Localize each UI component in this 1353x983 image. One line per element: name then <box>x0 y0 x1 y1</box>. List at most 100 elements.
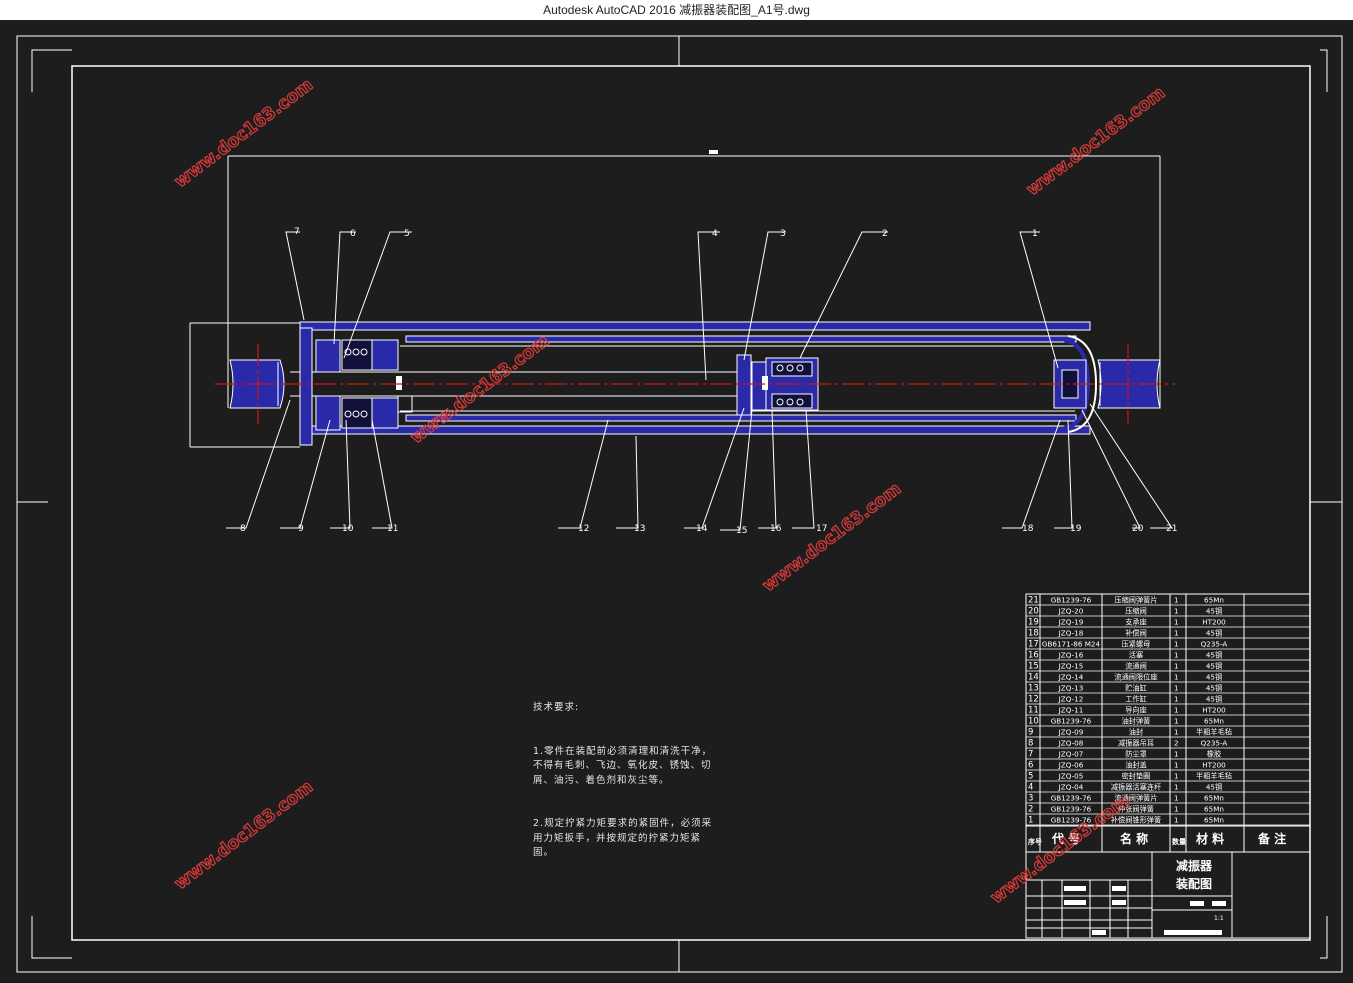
bom-cell-qty: 1 <box>1174 695 1179 704</box>
bom-cell-no: 7 <box>1028 750 1033 760</box>
bom-header-no: 序号 <box>1027 837 1042 846</box>
bom-cell-material: 半粗羊毛毡 <box>1196 772 1232 781</box>
bom-cell-qty: 1 <box>1174 651 1179 660</box>
part-label: 14 <box>696 524 708 534</box>
leader-lines <box>226 231 1173 531</box>
part-label: 13 <box>634 524 645 534</box>
bom-cell-material: 45钢 <box>1206 673 1222 682</box>
part-label: 19 <box>1070 524 1082 534</box>
drawing-name-line2: 装配图 <box>1175 876 1212 891</box>
bom-cell-qty: 1 <box>1174 805 1179 814</box>
watermark: www.doc163.com <box>1023 83 1169 200</box>
bom-cell-no: 21 <box>1028 596 1039 606</box>
bom-cell-qty: 1 <box>1174 783 1179 792</box>
part-label: 10 <box>342 524 354 534</box>
bom-cell-code: GB1239-76 <box>1051 717 1092 726</box>
bom-cell-qty: 2 <box>1174 739 1179 748</box>
bom-cell-qty: 1 <box>1174 816 1179 825</box>
bom-cell-no: 8 <box>1028 739 1033 749</box>
bom-cell-no: 12 <box>1028 695 1039 705</box>
part-label: 7 <box>294 227 300 237</box>
bom-cell-code: GB6171-86 M24 <box>1042 640 1101 649</box>
bom-cell-qty: 1 <box>1174 684 1179 693</box>
bom-header-remark: 备 注 <box>1257 831 1286 846</box>
bom-cell-material: HT200 <box>1202 761 1226 770</box>
bom-cell-qty: 1 <box>1174 607 1179 616</box>
bom-cell-qty: 1 <box>1174 717 1179 726</box>
bom-cell-name: 油封弹簧 <box>1122 717 1151 726</box>
bom-cell-code: JZQ-16 <box>1058 651 1084 660</box>
bom-cell-name: 油封盖 <box>1125 761 1147 770</box>
bom-cell-code: JZQ-09 <box>1058 728 1084 737</box>
bom-cell-no: 16 <box>1028 651 1039 661</box>
watermark: www.doc163.com <box>171 777 317 894</box>
bom-cell-material: 45钢 <box>1206 651 1222 660</box>
bom-cell-qty: 1 <box>1174 706 1179 715</box>
bom-cell-material: 橡胶 <box>1207 750 1221 759</box>
bom-cell-no: 9 <box>1028 728 1033 738</box>
bom-cell-material: 45钢 <box>1206 607 1222 616</box>
bom-cell-no: 19 <box>1028 618 1039 628</box>
bom-cell-code: JZQ-05 <box>1058 772 1084 781</box>
bom-cell-qty: 1 <box>1174 640 1179 649</box>
part-label: 3 <box>780 229 786 239</box>
bom-cell-qty: 1 <box>1174 728 1179 737</box>
part-label: 9 <box>298 524 304 534</box>
bom-cell-code: JZQ-08 <box>1058 739 1084 748</box>
bom-cell-name: 流通阀 <box>1125 662 1147 671</box>
bom-cell-qty: 1 <box>1174 673 1179 682</box>
bom-cell-code: GB1239-76 <box>1051 596 1092 605</box>
bom-cell-name: 减振器活塞连杆 <box>1111 783 1161 792</box>
bom-cell-code: JZQ-06 <box>1058 761 1084 770</box>
watermark: www.doc163.com <box>171 75 317 192</box>
bom-cell-name: 导向座 <box>1125 706 1147 715</box>
part-label: 1 <box>1032 229 1038 239</box>
window-title-bar: Autodesk AutoCAD 2016 减振器装配图_A1号.dwg <box>0 0 1353 20</box>
bom-cell-no: 3 <box>1028 794 1033 804</box>
bom-cell-material: 45钢 <box>1206 783 1222 792</box>
bom-cell-material: HT200 <box>1202 618 1226 627</box>
bom-cell-material: Q235-A <box>1201 640 1228 649</box>
part-label: 11 <box>387 524 398 534</box>
bom-cell-name: 压缩阀弹簧片 <box>1114 596 1157 605</box>
bom-cell-code: JZQ-14 <box>1058 673 1084 682</box>
part-label: 6 <box>350 229 356 239</box>
bom-cell-material: 半粗羊毛毡 <box>1196 728 1232 737</box>
part-label: 15 <box>736 526 747 536</box>
part-label: 12 <box>578 524 589 534</box>
bom-cell-qty: 1 <box>1174 662 1179 671</box>
bom-cell-code: JZQ-20 <box>1058 607 1084 616</box>
technical-requirements: 技术要求: 1.零件在装配前必须清理和清洗干净，不得有毛刺、飞边、氧化皮、锈蚀、… <box>533 672 713 875</box>
window-title: Autodesk AutoCAD 2016 减振器装配图_A1号.dwg <box>543 3 810 17</box>
tech-item-2: 2.规定拧紧力矩要求的紧固件，必须采用力矩扳手，并按规定的拧紧力矩紧固。 <box>533 818 713 858</box>
bom-cell-code: JZQ-19 <box>1058 618 1084 627</box>
tech-item-1: 1.零件在装配前必须清理和清洗干净，不得有毛刺、飞边、氧化皮、锈蚀、切屑、油污、… <box>533 745 713 786</box>
bom-cell-code: JZQ-15 <box>1058 662 1084 671</box>
bom-table: 21 GB1239-76 压缩阀弹簧片 1 65Mn20 JZQ-20 压缩阀 1 45钢19 J… <box>1025 593 1311 939</box>
bom-cell-material: 45钢 <box>1206 695 1222 704</box>
drawing-title: 减振器 装配图 <box>1175 858 1213 891</box>
bom-cell-code: JZQ-12 <box>1058 695 1084 704</box>
bom-header-material: 材 料 <box>1195 831 1224 846</box>
bom-cell-material: 65Mn <box>1204 805 1224 814</box>
bom-cell-no: 17 <box>1028 640 1039 650</box>
bom-cell-material: 65Mn <box>1204 816 1224 825</box>
bom-cell-name: 工作缸 <box>1125 695 1147 704</box>
bom-cell-qty: 1 <box>1174 629 1179 638</box>
bom-cell-name: 油封 <box>1129 728 1143 737</box>
tech-heading: 技术要求: <box>533 702 580 713</box>
bom-cell-name: 贮油缸 <box>1125 684 1147 693</box>
drawing-canvas[interactable]: 7 6 5 4 3 2 1 8 9 10 11 12 13 14 15 16 1… <box>0 20 1353 979</box>
bom-cell-material: 65Mn <box>1204 596 1224 605</box>
bom-cell-code: GB1239-76 <box>1051 805 1092 814</box>
drawing-name-line1: 减振器 <box>1176 858 1213 873</box>
bom-cell-name: 支承座 <box>1125 618 1147 627</box>
bom-cell-no: 20 <box>1028 607 1039 617</box>
part-label: 5 <box>404 229 410 239</box>
bom-cell-no: 5 <box>1028 772 1033 782</box>
bom-cell-qty: 1 <box>1174 772 1179 781</box>
bom-cell-code: GB1239-76 <box>1051 794 1092 803</box>
bom-cell-material: 45钢 <box>1206 662 1222 671</box>
bom-header-qty: 数量 <box>1172 837 1186 846</box>
bom-cell-code: JZQ-13 <box>1058 684 1084 693</box>
